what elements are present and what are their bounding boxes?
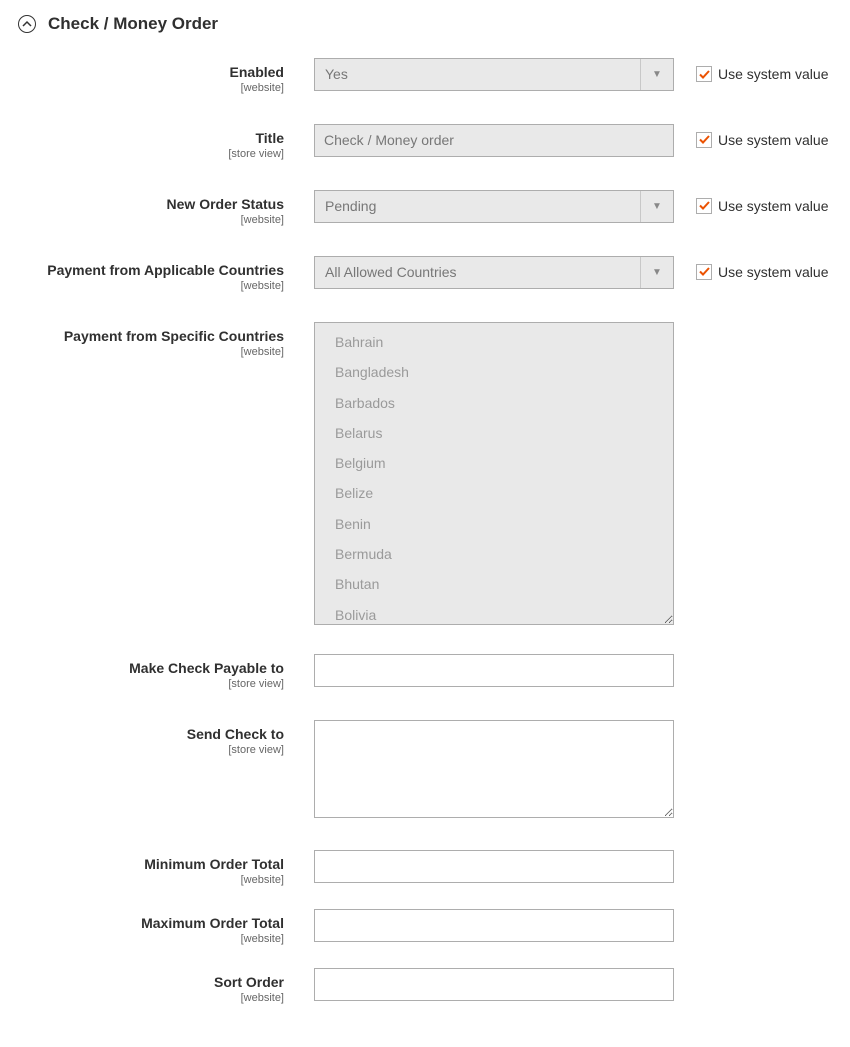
label-title: Title	[18, 130, 284, 147]
select-new-order-status[interactable]: Pending ▼	[314, 190, 674, 223]
checkbox-label[interactable]: Use system value	[718, 264, 828, 280]
scope-enabled: [website]	[18, 82, 284, 95]
label-sort-order: Sort Order	[18, 974, 284, 991]
label-new-order-status: New Order Status	[18, 196, 284, 213]
multiselect-option[interactable]: Belgium	[315, 448, 673, 478]
label-specific-countries: Payment from Specific Countries	[18, 328, 284, 345]
input-title[interactable]	[314, 124, 674, 157]
multiselect-option[interactable]: Barbados	[315, 388, 673, 418]
checkbox-label[interactable]: Use system value	[718, 132, 828, 148]
label-payable-to: Make Check Payable to	[18, 660, 284, 677]
chevron-down-icon: ▼	[640, 257, 673, 288]
label-min-total: Minimum Order Total	[18, 856, 284, 873]
field-payable-to: Make Check Payable to [store view]	[18, 654, 832, 691]
field-new-order-status: New Order Status [website] Pending ▼ Use…	[18, 190, 832, 227]
checkbox-use-system-applicable-countries[interactable]	[696, 264, 712, 280]
textarea-send-to[interactable]	[314, 720, 674, 818]
field-max-total: Maximum Order Total [website]	[18, 909, 832, 946]
select-enabled[interactable]: Yes ▼	[314, 58, 674, 91]
checkbox-label[interactable]: Use system value	[718, 66, 828, 82]
scope-title: [store view]	[18, 148, 284, 161]
multiselect-option[interactable]: Bhutan	[315, 569, 673, 599]
select-applicable-countries[interactable]: All Allowed Countries ▼	[314, 256, 674, 289]
label-applicable-countries: Payment from Applicable Countries	[18, 262, 284, 279]
multiselect-option[interactable]: Bahrain	[315, 327, 673, 357]
checkbox-label[interactable]: Use system value	[718, 198, 828, 214]
section-header[interactable]: Check / Money Order	[18, 10, 832, 58]
input-min-total[interactable]	[314, 850, 674, 883]
field-send-to: Send Check to [store view]	[18, 720, 832, 821]
checkbox-use-system-title[interactable]	[696, 132, 712, 148]
multiselect-option[interactable]: Bolivia	[315, 600, 673, 625]
multiselect-option[interactable]: Bermuda	[315, 539, 673, 569]
input-payable-to[interactable]	[314, 654, 674, 687]
chevron-down-icon: ▼	[640, 59, 673, 90]
field-sort-order: Sort Order [website]	[18, 968, 832, 1005]
label-max-total: Maximum Order Total	[18, 915, 284, 932]
multiselect-option[interactable]: Bangladesh	[315, 357, 673, 387]
input-max-total[interactable]	[314, 909, 674, 942]
collapse-icon	[18, 15, 36, 33]
checkbox-use-system-enabled[interactable]	[696, 66, 712, 82]
checkbox-use-system-new-order-status[interactable]	[696, 198, 712, 214]
chevron-down-icon: ▼	[640, 191, 673, 222]
field-title: Title [store view] Use system value	[18, 124, 832, 161]
section-title: Check / Money Order	[48, 14, 218, 34]
input-sort-order[interactable]	[314, 968, 674, 1001]
multiselect-specific-countries[interactable]: BahrainBangladeshBarbadosBelarusBelgiumB…	[314, 322, 674, 625]
label-send-to: Send Check to	[18, 726, 284, 743]
multiselect-option[interactable]: Belarus	[315, 418, 673, 448]
field-min-total: Minimum Order Total [website]	[18, 850, 832, 887]
field-specific-countries: Payment from Specific Countries [website…	[18, 322, 832, 625]
multiselect-option[interactable]: Benin	[315, 509, 673, 539]
multiselect-option[interactable]: Belize	[315, 478, 673, 508]
label-enabled: Enabled	[18, 64, 284, 81]
field-enabled: Enabled [website] Yes ▼ Use system value	[18, 58, 832, 95]
field-applicable-countries: Payment from Applicable Countries [websi…	[18, 256, 832, 293]
